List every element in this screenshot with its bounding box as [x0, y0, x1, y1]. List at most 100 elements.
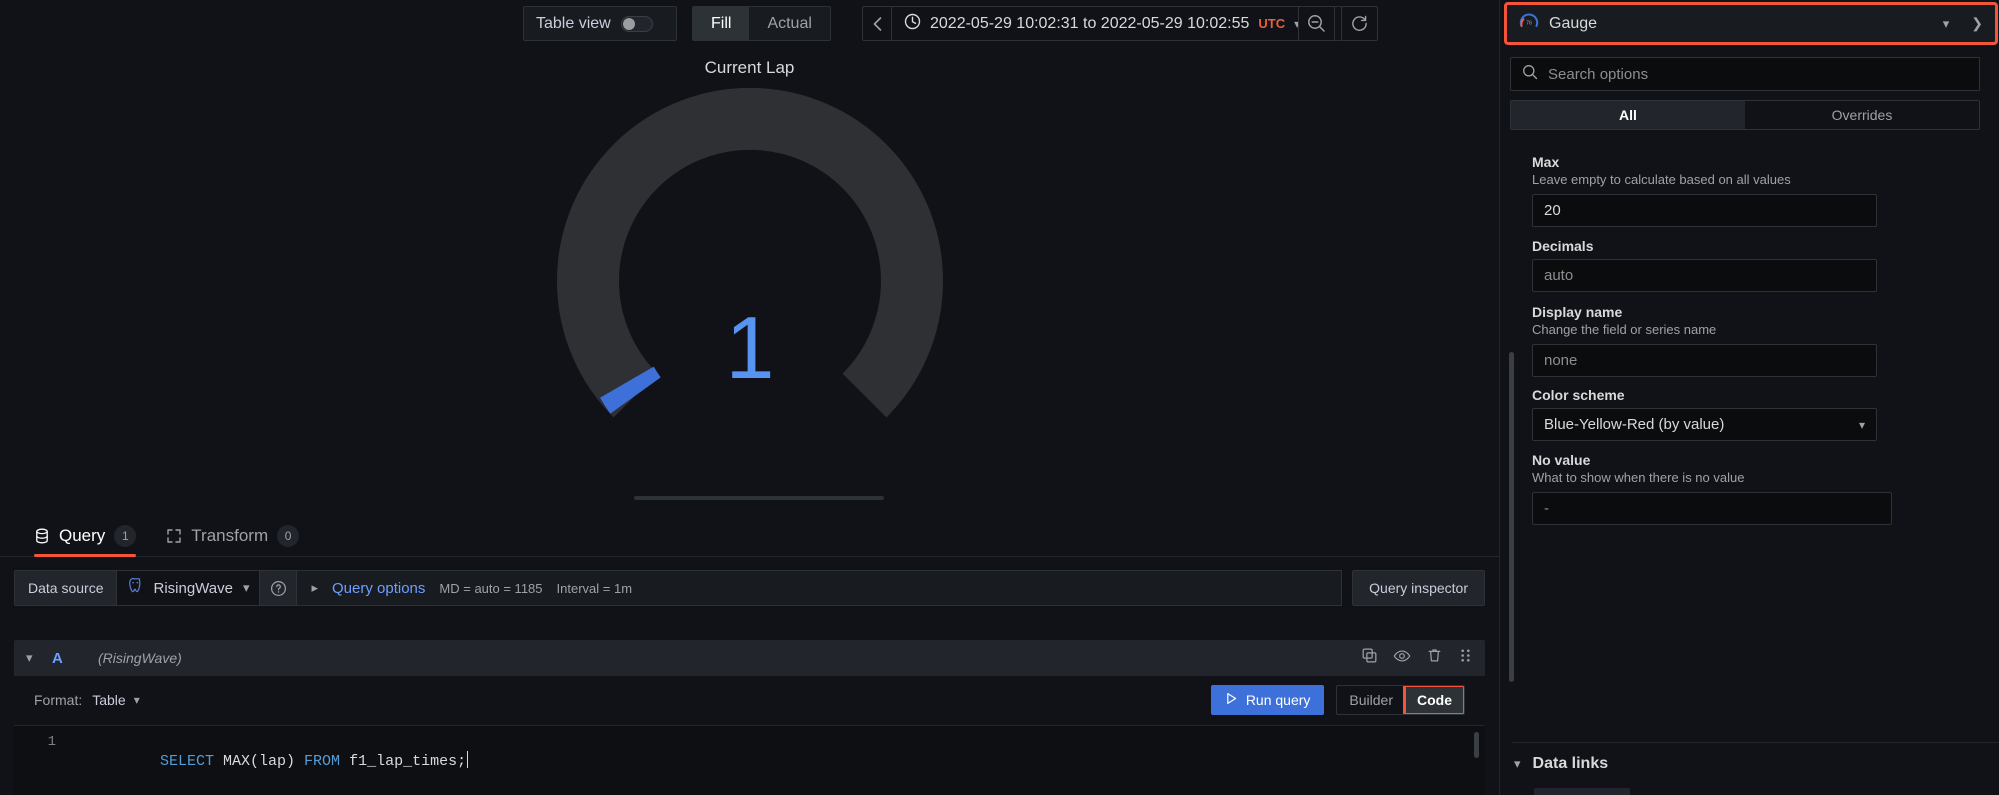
chevron-down-icon[interactable]: ▾	[134, 693, 140, 707]
sql-line-number: 1	[47, 734, 56, 750]
option-no-value-placeholder: -	[1544, 500, 1549, 517]
fill-actual-radio-group[interactable]: Fill Actual	[692, 6, 831, 41]
datasource-row: Data source RisingWave ▾ ▸ Query options…	[14, 570, 1485, 606]
query-options-toggle[interactable]: Query options	[332, 580, 425, 597]
add-link-button[interactable]: Add link	[1534, 788, 1631, 795]
option-max: Max Leave empty to calculate based on al…	[1532, 154, 1992, 227]
chevron-right-icon[interactable]: ▸	[311, 580, 318, 596]
table-view-label: Table view	[536, 14, 611, 32]
fill-button[interactable]: Fill	[693, 7, 750, 40]
search-options-placeholder: Search options	[1548, 65, 1649, 83]
option-display-name: Display name Change the field or series …	[1532, 304, 1992, 377]
option-no-value-description: What to show when there is no value	[1532, 470, 1745, 485]
option-color-scheme-select[interactable]: Blue-Yellow-Red (by value) ▾	[1532, 408, 1877, 441]
tab-transform[interactable]: Transform 0	[166, 525, 300, 556]
svg-text:76: 76	[1526, 21, 1532, 27]
chevron-down-icon[interactable]: ▾	[1514, 756, 1521, 772]
tab-all[interactable]: All	[1511, 101, 1745, 129]
text-cursor	[467, 751, 469, 768]
option-display-name-input[interactable]: none	[1532, 344, 1877, 377]
option-no-value-input[interactable]: -	[1532, 492, 1892, 525]
data-links-title: Data links	[1532, 755, 1609, 772]
option-display-name-description: Change the field or series name	[1532, 322, 1717, 337]
panel-title: Current Lap	[704, 58, 795, 77]
tab-query[interactable]: Query 1	[34, 525, 137, 557]
sql-code-text[interactable]: SELECT MAX(lap) FROM f1_lap_times;	[70, 734, 469, 787]
transform-icon	[166, 528, 182, 544]
option-max-value: 20	[1544, 202, 1561, 219]
time-range-display[interactable]: 2022-05-29 10:02:31 to 2022-05-29 10:02:…	[892, 7, 1312, 40]
option-decimals-label: Decimals	[1532, 238, 1594, 254]
datasource-name: RisingWave	[153, 579, 233, 597]
tab-query-label: Query	[59, 526, 106, 545]
refresh-dashboard-button[interactable]	[1341, 6, 1378, 41]
zoom-out-time-range-button[interactable]	[1298, 6, 1335, 41]
drag-handle-icon[interactable]	[1458, 647, 1473, 669]
chevron-right-icon[interactable]: ❯	[1971, 15, 1983, 32]
chevron-down-icon[interactable]: ▾	[26, 650, 52, 666]
visualization-panel[interactable]: Current Lap 1	[0, 48, 1499, 526]
format-value[interactable]: Table	[92, 692, 125, 708]
top-toolbar: Table view Fill Actual 2022-05-29 10:02:…	[0, 0, 1499, 48]
time-range-picker[interactable]: 2022-05-29 10:02:31 to 2022-05-29 10:02:…	[862, 6, 1343, 41]
table-view-switch[interactable]	[620, 15, 653, 32]
remove-query-icon[interactable]	[1426, 647, 1443, 669]
query-datasource-name: (RisingWave)	[98, 650, 182, 666]
gauge-value-text: 1	[725, 298, 774, 397]
clock-icon	[904, 13, 921, 35]
chevron-down-icon[interactable]: ▾	[243, 580, 250, 596]
builder-button[interactable]: Builder	[1337, 686, 1405, 714]
option-max-label: Max	[1532, 154, 1560, 170]
duplicate-query-icon[interactable]	[1361, 647, 1378, 669]
table-view-toggle[interactable]: Table view	[523, 6, 677, 41]
chevron-down-icon[interactable]: ▾	[1859, 418, 1865, 432]
visualization-name: Gauge	[1549, 14, 1598, 32]
gauge-chart: 1	[0, 88, 1499, 468]
section-divider	[1512, 742, 1999, 743]
datasource-label: Data source	[14, 570, 117, 606]
option-display-name-placeholder: none	[1544, 352, 1578, 369]
search-options-input[interactable]: Search options	[1510, 57, 1980, 91]
chevron-down-icon[interactable]: ▾	[1943, 16, 1950, 32]
query-ref-id[interactable]: A	[52, 650, 98, 667]
builder-code-toggle[interactable]: Builder Code	[1336, 685, 1465, 715]
tab-overrides[interactable]: Overrides	[1745, 101, 1979, 129]
query-editor-tabs: Query 1 Transform 0	[0, 515, 1499, 557]
code-button[interactable]: Code	[1403, 686, 1465, 714]
gauge-icon: 76	[1519, 11, 1539, 36]
interval-info: Interval = 1m	[556, 580, 633, 596]
option-decimals: Decimals auto	[1532, 238, 1992, 292]
query-format-row: Format: Table ▾ Run query Builder Code	[14, 680, 1485, 720]
option-decimals-input[interactable]: auto	[1532, 259, 1877, 292]
sql-token-select: SELECT	[160, 753, 215, 770]
options-scroll-body: Search options All Overrides Max Leave e…	[1506, 52, 1999, 795]
data-links-section-header[interactable]: ▾ Data links	[1514, 755, 1608, 773]
query-row-actions	[1361, 647, 1473, 670]
panel-resize-handle[interactable]	[634, 496, 884, 500]
option-no-value: No value What to show when there is no v…	[1532, 452, 1992, 525]
datasource-help-button[interactable]	[260, 570, 298, 606]
option-no-value-label: No value	[1532, 452, 1591, 468]
format-label: Format:	[34, 692, 83, 708]
tab-transform-count: 0	[277, 525, 300, 547]
max-data-points-info: MD = auto = 1185	[439, 580, 543, 596]
options-scrollbar[interactable]	[1509, 352, 1514, 682]
run-query-button[interactable]: Run query	[1210, 685, 1325, 715]
play-icon	[1225, 692, 1238, 708]
sql-token-table: f1_lap_times;	[340, 753, 467, 770]
sql-code-editor[interactable]: 1 SELECT MAX(lap) FROM f1_lap_times;	[14, 725, 1485, 795]
query-inspector-button[interactable]: Query inspector	[1352, 570, 1485, 606]
options-tabs[interactable]: All Overrides	[1510, 100, 1980, 130]
sql-token-from: FROM	[304, 753, 341, 770]
datasource-picker[interactable]: RisingWave ▾	[116, 570, 261, 606]
tab-query-count: 1	[114, 525, 137, 547]
time-range-prev-icon[interactable]	[863, 7, 891, 40]
hide-query-icon[interactable]	[1393, 647, 1411, 670]
sql-editor-scrollbar[interactable]	[1474, 732, 1479, 758]
option-max-input[interactable]: 20	[1532, 194, 1877, 227]
time-range-text: 2022-05-29 10:02:31 to 2022-05-29 10:02:…	[930, 14, 1250, 32]
run-query-label: Run query	[1245, 692, 1311, 708]
visualization-picker[interactable]: 76 Gauge ▾ ❯	[1504, 2, 1998, 45]
actual-button[interactable]: Actual	[749, 7, 829, 40]
query-options-bar: ▸ Query options MD = auto = 1185 Interva…	[297, 570, 1343, 606]
